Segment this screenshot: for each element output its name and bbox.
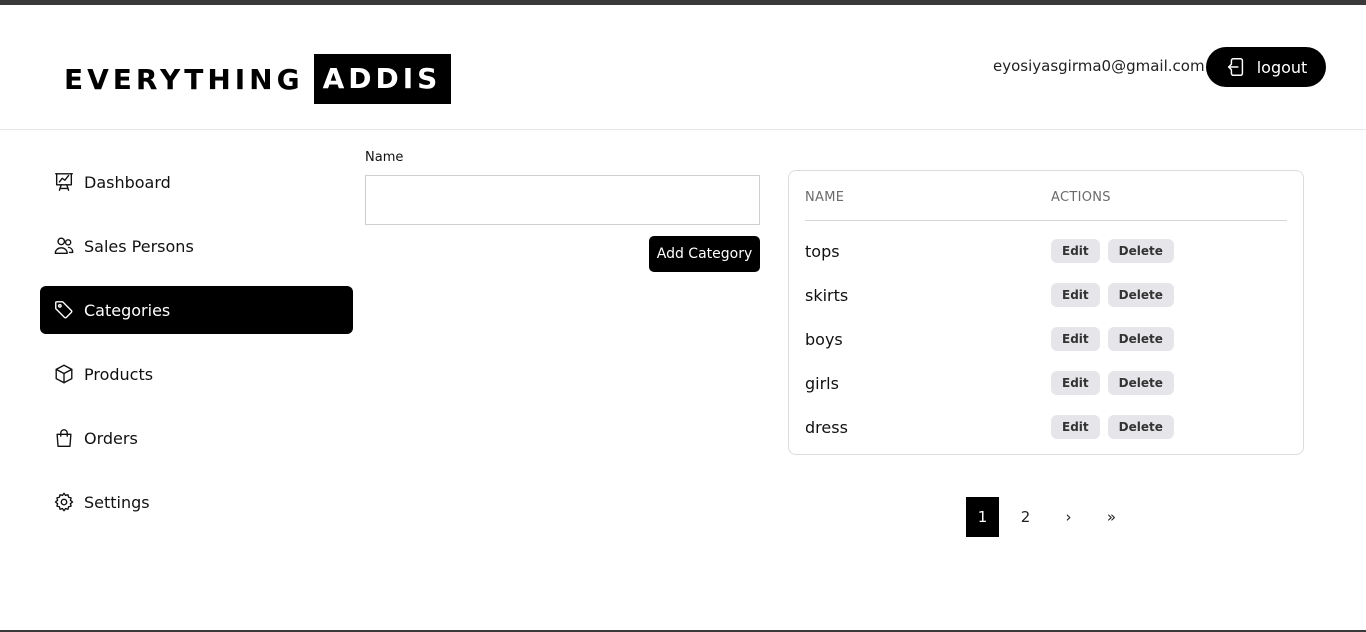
sidebar-item-label: Sales Persons <box>84 236 194 256</box>
sidebar-item-label: Categories <box>84 300 171 320</box>
row-actions: Edit Delete <box>1051 327 1174 351</box>
logo-text-everything: EVERYTHING <box>64 62 304 96</box>
sidebar-item-sales-persons[interactable]: Sales Persons <box>40 222 353 270</box>
sidebar-item-settings[interactable]: Settings <box>40 478 353 526</box>
users-icon <box>53 235 75 257</box>
delete-button[interactable]: Delete <box>1107 327 1174 351</box>
sidebar-item-dashboard[interactable]: Dashboard <box>40 158 353 206</box>
sidebar-item-categories[interactable]: Categories <box>40 286 353 334</box>
logo-text-addis: ADDIS <box>313 54 452 104</box>
row-actions: Edit Delete <box>1051 239 1174 263</box>
presentation-chart-icon <box>53 171 75 193</box>
table-row: skirts Edit Delete <box>805 274 1287 318</box>
sidebar-item-label: Settings <box>84 492 150 512</box>
add-category-button[interactable]: Add Category <box>649 236 760 272</box>
sidebar-item-label: Products <box>84 364 154 384</box>
row-actions: Edit Delete <box>1051 371 1174 395</box>
delete-button[interactable]: Delete <box>1107 415 1174 439</box>
row-actions: Edit Delete <box>1051 283 1174 307</box>
page-button-1[interactable]: 1 <box>966 497 999 537</box>
sidebar-item-products[interactable]: Products <box>40 350 353 398</box>
edit-button[interactable]: Edit <box>1051 415 1100 439</box>
user-email: eyosiyasgirma0@gmail.com <box>993 57 1205 75</box>
edit-button[interactable]: Edit <box>1051 283 1100 307</box>
shopping-bag-icon <box>53 427 75 449</box>
column-header-name: NAME <box>805 190 845 205</box>
tag-icon <box>53 299 75 321</box>
pagination: 1 2 › » <box>966 497 1138 537</box>
edit-button[interactable]: Edit <box>1051 239 1100 263</box>
table-row: girls Edit Delete <box>805 362 1287 406</box>
last-page-icon[interactable]: » <box>1095 497 1128 537</box>
categories-table: NAME ACTIONS tops Edit Delete skirts Edi… <box>788 170 1304 455</box>
edit-button[interactable]: Edit <box>1051 327 1100 351</box>
logo[interactable]: EVERYTHING ADDIS <box>64 54 452 104</box>
table-header: NAME ACTIONS <box>805 171 1287 221</box>
logout-icon <box>1225 56 1247 78</box>
page-button-2[interactable]: 2 <box>1009 497 1042 537</box>
edit-button[interactable]: Edit <box>1051 371 1100 395</box>
sidebar-item-label: Dashboard <box>84 172 171 192</box>
delete-button[interactable]: Delete <box>1107 239 1174 263</box>
column-header-actions: ACTIONS <box>1051 190 1111 205</box>
sidebar: Dashboard Sales Persons Categories Produ… <box>40 158 353 542</box>
name-field-label: Name <box>365 150 404 165</box>
category-name-input[interactable] <box>365 175 760 225</box>
category-form: Name Add Category <box>365 150 760 272</box>
logout-label: logout <box>1256 57 1308 77</box>
category-name: skirts <box>805 286 849 305</box>
category-name: boys <box>805 330 843 349</box>
cube-icon <box>53 363 75 385</box>
sidebar-item-orders[interactable]: Orders <box>40 414 353 462</box>
delete-button[interactable]: Delete <box>1107 371 1174 395</box>
next-page-icon[interactable]: › <box>1052 497 1085 537</box>
delete-button[interactable]: Delete <box>1107 283 1174 307</box>
table-row: tops Edit Delete <box>805 230 1287 274</box>
logout-button[interactable]: logout <box>1206 47 1326 87</box>
table-row: dress Edit Delete <box>805 406 1287 450</box>
sidebar-item-label: Orders <box>84 428 138 448</box>
category-name: dress <box>805 418 848 437</box>
app-header: EVERYTHING ADDIS eyosiyasgirma0@gmail.co… <box>0 5 1366 130</box>
table-row: boys Edit Delete <box>805 318 1287 362</box>
category-name: girls <box>805 374 839 393</box>
row-actions: Edit Delete <box>1051 415 1174 439</box>
gear-icon <box>53 491 75 513</box>
category-name: tops <box>805 242 840 261</box>
